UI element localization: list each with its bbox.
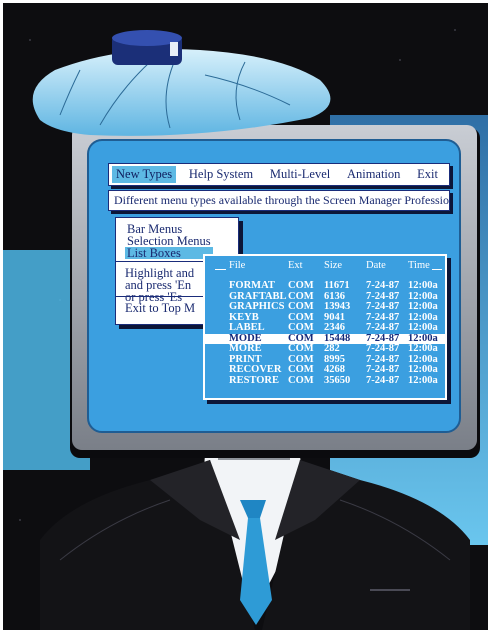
menu-item-exit[interactable]: Exit [413,166,442,183]
list-box-rows: FORMAT COM 11671 7-24-87 12:00a GRAFTABL COM 61… [205,280,445,387]
cell-time: 12:00a [408,280,438,291]
submenu-help-text: Highlight and and press 'En or press 'Es [125,267,194,304]
table-row[interactable]: GRAPHICS COM 13943 7-24-87 12:00a [205,301,445,313]
submenu-items: Bar Menus Selection Menus List Boxes [125,223,213,259]
file-list-box: File Ext Size Date Time FORMAT COM 11671 7-… [203,254,447,400]
menu-item-help-system[interactable]: Help System [185,166,257,183]
table-row[interactable]: LABEL COM 2346 7-24-87 12:00a [205,322,445,334]
cell-ext: COM [288,322,314,333]
cell-size: 11671 [324,280,350,291]
cell-file: GRAPHICS [229,301,285,312]
description-bar: Different menu types available through t… [108,190,450,211]
menu-item-new-types[interactable]: New Types [112,166,177,183]
menu-bar: New Types Help System Multi-Level Animat… [108,163,450,186]
illustration: New Types Help System Multi-Level Animat… [0,0,491,633]
cell-time: 12:00a [408,364,438,375]
menu-item-animation[interactable]: Animation [343,166,404,183]
column-header-size[interactable]: Size [324,260,342,271]
submenu-item-list-boxes[interactable]: List Boxes [125,247,213,259]
column-header-file[interactable]: File [229,260,245,271]
column-header-date[interactable]: Date [366,260,386,271]
table-row[interactable]: FORMAT COM 11671 7-24-87 12:00a [205,280,445,292]
cell-date: 7-24-87 [366,343,400,354]
cell-ext: COM [288,280,314,291]
cell-ext: COM [288,364,314,375]
cell-size: 35650 [324,374,351,386]
cell-size: 282 [324,343,340,354]
cell-ext: COM [288,343,314,354]
header-rule [215,269,226,270]
cell-date: 7-24-87 [366,280,400,291]
column-header-time[interactable]: Time [408,260,430,271]
cell-file: RESTORE [229,374,279,386]
cell-date: 7-24-87 [366,374,400,386]
ice-pack-cap-notch [170,42,178,56]
menu-item-multi-level[interactable]: Multi-Level [266,166,334,183]
cell-file: MORE [229,343,262,354]
cell-size: 2346 [324,322,345,333]
submenu-exit-item[interactable]: Exit to Top M [125,301,195,316]
cell-size: 13943 [324,301,351,312]
cell-date: 7-24-87 [366,322,400,333]
table-row[interactable]: RECOVER COM 4268 7-24-87 12:00a [205,364,445,376]
table-row[interactable]: MORE COM 282 7-24-87 12:00a [205,343,445,355]
cell-time: 12:00a [408,374,438,386]
cell-time: 12:00a [408,322,438,333]
cell-ext: COM [288,301,314,312]
cell-time: 12:00a [408,343,438,354]
cell-file: LABEL [229,322,265,333]
cell-file: RECOVER [229,364,282,375]
cell-date: 7-24-87 [366,301,400,312]
cell-file: FORMAT [229,280,275,291]
cell-time: 12:00a [408,301,438,312]
table-row[interactable]: RESTORE COM 35650 7-24-87 12:00a [205,374,445,387]
column-header-ext[interactable]: Ext [288,260,303,271]
header-rule [432,269,442,270]
cell-date: 7-24-87 [366,364,400,375]
list-box-header: File Ext Size Date Time [205,260,445,272]
cell-size: 4268 [324,364,345,375]
cell-ext: COM [288,374,314,386]
